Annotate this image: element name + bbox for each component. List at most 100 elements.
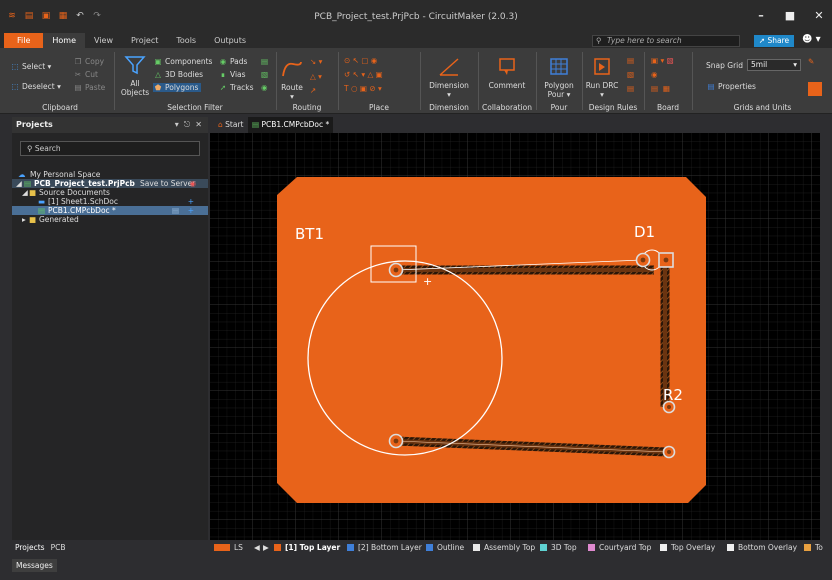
layer-set-button[interactable]: LS	[214, 540, 243, 556]
tab-projects[interactable]: Projects	[12, 541, 48, 554]
save-icon[interactable]: ▣	[40, 11, 52, 22]
place-text-icon[interactable]: T ○ ▣ ⊘ ▾	[344, 84, 382, 93]
all-objects-button[interactable]: All Objects	[118, 54, 152, 97]
layer-tab-3d-top[interactable]: 3D Top	[540, 540, 577, 556]
board-shape-icon[interactable]: ▣ ▾ ▧	[651, 56, 674, 65]
layer-tab-overflow[interactable]: To	[804, 540, 823, 556]
3d-bodies-filter[interactable]: △ 3D Bodies	[153, 70, 203, 79]
expand-icon: ▸	[22, 215, 26, 224]
search-placeholder: Type here to search	[607, 36, 682, 45]
polarity-mark: +	[423, 275, 432, 288]
redo-icon[interactable]: ↷	[91, 11, 103, 22]
tab-pcb1[interactable]: ▤ PCB1.CMPcbDoc *	[248, 117, 334, 133]
layer-prev-button[interactable]: ◀	[254, 540, 260, 556]
layer-tab-courtyard-top[interactable]: Courtyard Top	[588, 540, 651, 556]
place-via-icon[interactable]: ⊙ ↖ ▢ ◉	[344, 56, 377, 65]
tab-file[interactable]: File	[4, 33, 44, 48]
pcb-canvas[interactable]: + BT1 D1 R2	[210, 133, 820, 540]
pen-icon[interactable]: ✎	[808, 57, 814, 66]
filter-extra-3-icon[interactable]: ◉	[261, 83, 268, 92]
user-menu-icon[interactable]: ☻ ▾	[802, 34, 824, 48]
panel-controls[interactable]: ▾ ⎋ ✕	[175, 117, 202, 133]
layer-tab-top[interactable]: [1] Top Layer	[274, 540, 340, 556]
layer-label: Assembly Top	[484, 543, 536, 552]
tree-item-project[interactable]: ◢ ▤ PCB_Project_test.PrjPcb Save to Serv…	[12, 179, 208, 188]
filter-extra-1-icon[interactable]: ▤	[261, 57, 268, 66]
save-all-icon[interactable]: ▦	[57, 11, 69, 22]
tree-item-sheet1[interactable]: ▬ [1] Sheet1.SchDoc +	[12, 197, 208, 206]
tab-pcb[interactable]: PCB	[48, 541, 69, 554]
cut-icon: ✂	[74, 70, 82, 79]
layer-tab-outline[interactable]: Outline	[426, 540, 464, 556]
dimension-button[interactable]: Dimension ▾	[424, 56, 474, 99]
tab-tools[interactable]: Tools	[167, 33, 205, 48]
polygon-pour-button[interactable]: Polygon Pour ▾	[538, 56, 580, 99]
deselect-button[interactable]: ⬚ Deselect ▾	[10, 82, 60, 91]
select-button[interactable]: ⬚ Select ▾	[10, 62, 51, 71]
tab-view[interactable]: View	[85, 33, 122, 48]
project-search-button[interactable]: ⚲ Search	[20, 141, 200, 156]
messages-tab[interactable]: Messages	[12, 559, 57, 572]
diff-pair-icon[interactable]: △ ▾	[310, 72, 322, 81]
layer-next-button[interactable]: ▶	[263, 540, 269, 556]
tab-start[interactable]: ⌂ Start	[214, 117, 247, 133]
tracks-filter[interactable]: ➚ Tracks	[218, 83, 254, 92]
color-swatch-icon[interactable]	[808, 82, 822, 96]
components-filter[interactable]: ▣ Components	[153, 57, 212, 66]
tree-item-personal-space[interactable]: ☁ My Personal Space	[12, 170, 208, 179]
doc-status-icon: ▤	[172, 206, 180, 215]
snap-grid-select[interactable]: 5mil ▾	[747, 59, 801, 71]
add-icon[interactable]: +	[188, 197, 194, 206]
properties-button[interactable]: ▤ Properties	[706, 82, 755, 91]
close-button[interactable]: ✕	[812, 10, 826, 22]
share-button[interactable]: ➚ Share	[754, 35, 794, 47]
paste-button[interactable]: ▤ Paste	[73, 83, 105, 92]
cut-button[interactable]: ✂ Cut	[73, 70, 98, 79]
window-title: PCB_Project_test.PrjPcb - CircuitMaker (…	[314, 12, 518, 22]
open-icon[interactable]: ▤	[23, 11, 35, 22]
filter-extra-2-icon[interactable]: ▧	[261, 70, 268, 79]
cut-label: Cut	[85, 70, 98, 79]
group-label-routing: Routing	[292, 103, 322, 112]
layer-label: To	[815, 543, 823, 552]
fanout-icon[interactable]: ↗	[310, 86, 316, 95]
place-arc-icon[interactable]: ↺ ↖ ▾ △ ▣	[344, 70, 383, 79]
tab-project[interactable]: Project	[122, 33, 167, 48]
maximize-button[interactable]: ■	[783, 10, 797, 22]
tab-home[interactable]: Home	[43, 33, 86, 48]
home-icon: ⌂	[218, 120, 223, 129]
tree-item-pcb1[interactable]: ▤ PCB1.CMPcbDoc * ▤ +	[12, 206, 208, 215]
polygon-pour-label: Polygon Pour	[544, 81, 574, 99]
group-collaboration: Comment Collaboration	[479, 48, 535, 114]
layer-tab-assembly-top[interactable]: Assembly Top	[473, 540, 535, 556]
add-icon[interactable]: +	[188, 206, 194, 215]
drc-report-icon[interactable]: ▤	[627, 84, 634, 93]
tracks-label: Tracks	[230, 83, 254, 92]
layer-tab-bottom-overlay[interactable]: Bottom Overlay	[727, 540, 797, 556]
search-input[interactable]: ⚲ Type here to search	[592, 35, 740, 47]
projects-panel-title: Projects	[16, 120, 53, 129]
route-button[interactable]: Route ▾	[279, 58, 305, 101]
tree-item-source-documents[interactable]: ◢ ■ Source Documents	[12, 188, 208, 197]
pcb-view[interactable]: + BT1 D1 R2	[210, 133, 820, 540]
3d-bodies-label: 3D Bodies	[165, 70, 204, 79]
polygons-filter[interactable]: ⬟ Polygons	[153, 83, 202, 92]
save-to-server-link[interactable]: Save to Server	[140, 179, 195, 188]
layer-tab-top-overlay[interactable]: Top Overlay	[660, 540, 715, 556]
layer-tab-bottom[interactable]: [2] Bottom Layer	[347, 540, 422, 556]
pads-filter[interactable]: ◉ Pads	[218, 57, 248, 66]
rules-icon[interactable]: ▤	[627, 56, 634, 65]
clearance-icon[interactable]: ▧	[627, 70, 634, 79]
undo-icon[interactable]: ↶	[74, 11, 86, 22]
tree-item-generated[interactable]: ▸ ■ Generated	[12, 215, 208, 224]
interactive-route-icon[interactable]: ↘ ▾	[310, 57, 322, 66]
comment-button[interactable]: Comment	[482, 56, 532, 90]
board-layers-icon[interactable]: ▤ ▦	[651, 84, 670, 93]
minimize-button[interactable]: –	[754, 10, 768, 22]
run-drc-button[interactable]: Run DRC ▾	[585, 56, 619, 99]
right-panel-strip[interactable]	[820, 117, 832, 540]
copy-button[interactable]: ❐ Copy	[73, 57, 104, 66]
vias-filter[interactable]: ∎ Vias	[218, 70, 246, 79]
tab-outputs[interactable]: Outputs	[205, 33, 255, 48]
board-cutout-icon[interactable]: ◉	[651, 70, 658, 79]
